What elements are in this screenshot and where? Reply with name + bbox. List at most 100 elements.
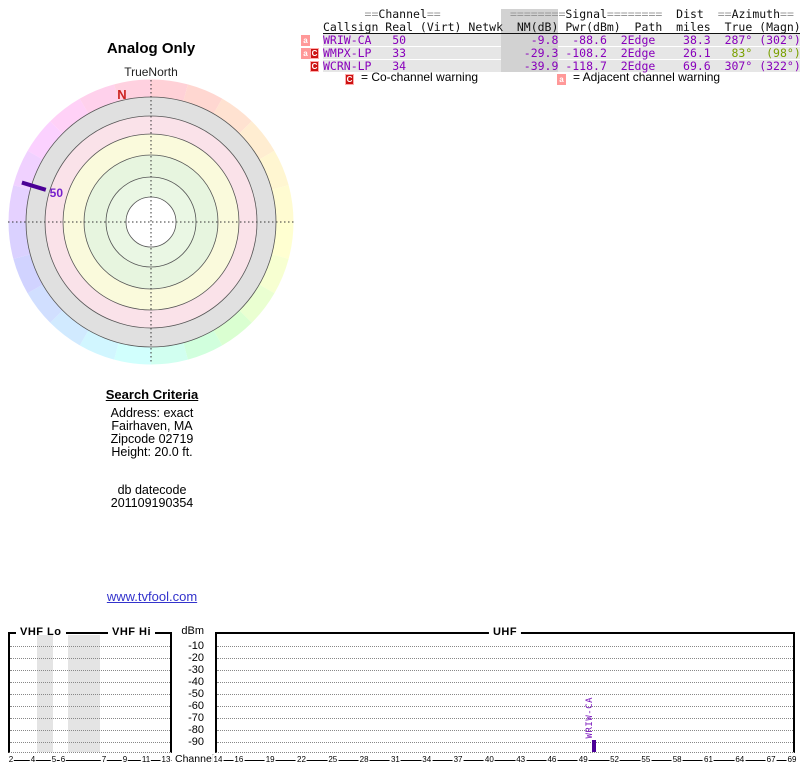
dbm-tick-label: -90 [188,736,204,748]
dbm-gridline [10,658,170,659]
channel-tick-label: 31 [389,755,401,764]
header-decoration: == [780,7,794,21]
dbm-gridline [217,646,793,647]
dbm-gridline [10,670,170,671]
dbm-gridline [217,730,793,731]
channel-tick-label: 37 [452,755,464,764]
dbm-gridline [217,670,793,671]
dbm-axis: dBm -10 -20 -30 -40 -50 -60 -70 -80 -90 [174,622,207,768]
adjacent-channel-legend-text: = Adjacent channel warning [573,70,721,84]
dbm-tick-label: -50 [188,688,204,700]
channel-tick-label: 52 [609,755,621,764]
dbm-gridline [10,730,170,731]
dbm-gridline [217,706,793,707]
dbm-gridline [217,658,793,659]
dbm-tick-label: -40 [188,676,204,688]
header-decoration: == [426,7,441,21]
search-criteria-title: Search Criteria [105,387,199,402]
spectrum-chart: VHF Lo VHF Hi dBm -10 -20 -30 -40 -50 -60 -70-… [0,622,800,768]
tvfool-report-page: { "polar": { "title": "Analog Only", "no… [0,0,800,768]
channel-tick-label: 61 [703,755,714,764]
dbm-tick-label: -60 [188,700,204,712]
vhf-hi-band-label: VHF Hi [108,626,156,638]
channel-tick-label: 34 [421,755,433,764]
signal-bar [591,740,596,752]
header-decoration: ======== [509,7,566,21]
channel-tick-label: 7 [100,755,108,764]
channel-tick-label: 13 [160,755,172,764]
vhf-band-plot: VHF Lo VHF Hi [8,626,172,753]
dbm-gridline [10,742,170,743]
header-decoration: ======== [606,7,663,21]
co-channel-legend-text: = Co-channel warning [361,70,479,84]
channel-tick-label: 58 [671,755,683,764]
compass-color-segment [8,185,36,223]
channel-tick-label: 28 [358,755,370,764]
channel-tick-label: 22 [296,755,307,764]
dbm-gridline [10,682,170,683]
adjacent-channel-badge-icon: a [301,48,310,59]
compass-color-segment [8,221,36,259]
tvfool-link[interactable]: www.tvfool.com [107,589,197,604]
dbm-gridline [10,646,170,647]
dbm-gridline [10,706,170,707]
channel-tick-label: 40 [483,755,495,764]
compass-color-segment [150,337,188,365]
compass-color-segment [114,337,152,365]
radar-svg: N 50 [8,79,295,365]
dbm-tick-label: -70 [188,712,204,724]
site-link-wrap: www.tvfool.com [52,589,252,604]
channel-tick-label: 11 [140,755,152,764]
co-channel-badge-icon: C [345,74,354,85]
channel-tick-label: 43 [515,755,527,764]
compass-north-letter: N [117,87,126,102]
search-criteria-line: Height: 20.0 ft. [111,445,193,459]
adjacent-channel-badge-icon: a [301,35,310,46]
channel-tick-label: 64 [734,755,746,764]
channel-tick-label: 67 [765,755,777,764]
adjacent-channel-badge-icon: a [557,74,566,85]
dbm-axis-title: dBm [181,625,204,637]
dbm-tick-label: -80 [188,724,204,736]
search-criteria-block: Search Criteria Address: exact Fairhaven… [52,388,252,510]
dbm-tick-label: -20 [188,652,204,664]
db-datecode-block: db datecode 201109190354 [52,484,252,510]
signal-bar-callsign-label: WRIW-CA [584,696,595,738]
compass-color-segment [266,185,294,223]
dbm-gridline [10,694,170,695]
header-decoration: == [717,7,732,21]
table-text-lines: ==Channel== ========Signal======== Dist … [323,8,800,73]
uhf-band-plot: UHF WRIW-CA [215,626,795,753]
channel-tick-label: 2 [7,755,15,764]
co-channel-badge-icon: C [310,48,319,59]
station-channel-marker-label: 50 [50,186,64,200]
compass-color-segment [150,79,188,107]
dbm-gridline [10,718,170,719]
dbm-tick-label: -30 [188,664,204,676]
azimuth-cell: 83° (98°) [710,46,800,60]
signal-table: ==Channel== ========Signal======== Dist … [300,8,800,76]
azimuth-radar-chart: Analog Only TrueNorth N 50 [0,38,302,378]
channel-tick-label: 6 [59,755,67,764]
channel-tick-label: 16 [233,755,245,764]
channel-tick-label: 19 [264,755,276,764]
dbm-gridline [217,718,793,719]
channel-tick-label: 46 [546,755,558,764]
azimuth-cell: 307° (322°) [710,59,800,73]
db-datecode-value: 201109190354 [110,496,194,510]
dbm-gridline [217,742,793,743]
co-channel-legend: C = Co-channel warning [345,70,478,85]
channel-tick-label: 9 [121,755,129,764]
uhf-band-label: UHF [488,626,522,638]
compass-color-segment [266,221,294,259]
azimuth-cell: 287° (302°) [710,33,800,47]
channel-tick-label: 5 [50,755,58,764]
dbm-gridline [217,682,793,683]
co-channel-badge-icon: C [310,61,319,72]
channel-tick-label: 25 [327,755,339,764]
dbm-tick-label: -10 [188,640,204,652]
dbm-gridline [217,694,793,695]
channel-tick-label: 49 [577,755,589,764]
channel-axis-title: Channel [175,753,215,765]
channel-tick-label: 69 [786,755,798,764]
